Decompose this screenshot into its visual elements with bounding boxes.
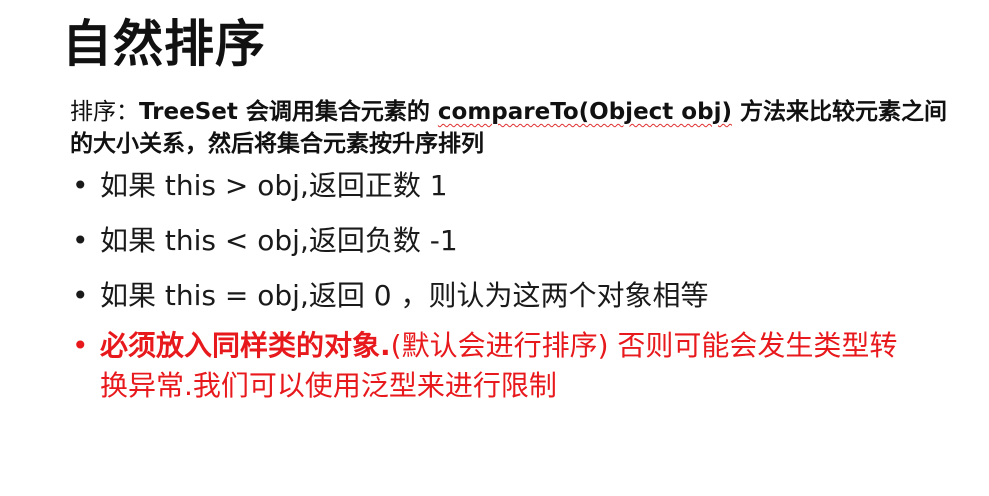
slide: 自然排序 排序：TreeSet 会调用集合元素的 compareTo(Objec… [0, 0, 989, 496]
intro-paragraph: 排序：TreeSet 会调用集合元素的 compareTo(Object obj… [70, 96, 950, 160]
bullet-dot: • [72, 329, 89, 362]
bullet-text: 如果 this = obj,返回 0 ，则认为这两个对象相等 [100, 279, 709, 312]
intro-method: compareTo(Object obj) [437, 99, 732, 125]
bullet-dot: • [72, 279, 89, 312]
bullet-dot: • [72, 169, 89, 202]
bullet-item-warning: • 必须放入同样类的对象.(默认会进行排序) 否则可能会发生类型转换异常.我们可… [70, 326, 920, 406]
bullet-list: • 如果 this > obj,返回正数 1 • 如果 this < obj,返… [70, 168, 930, 425]
warning-bold-text: 必须放入同样类的对象. [100, 329, 391, 362]
intro-part1: TreeSet 会调用集合元素的 [139, 99, 438, 125]
bullet-item-greater: • 如果 this > obj,返回正数 1 [70, 168, 930, 204]
intro-lead: 排序： [70, 99, 139, 125]
bullet-dot: • [72, 224, 89, 257]
bullet-item-equal: • 如果 this = obj,返回 0 ，则认为这两个对象相等 [70, 278, 930, 314]
bullet-text: 如果 this > obj,返回正数 1 [100, 169, 448, 202]
bullet-item-less: • 如果 this < obj,返回负数 -1 [70, 223, 930, 259]
slide-title: 自然排序 [62, 15, 266, 73]
bullet-text: 如果 this < obj,返回负数 -1 [100, 224, 458, 257]
